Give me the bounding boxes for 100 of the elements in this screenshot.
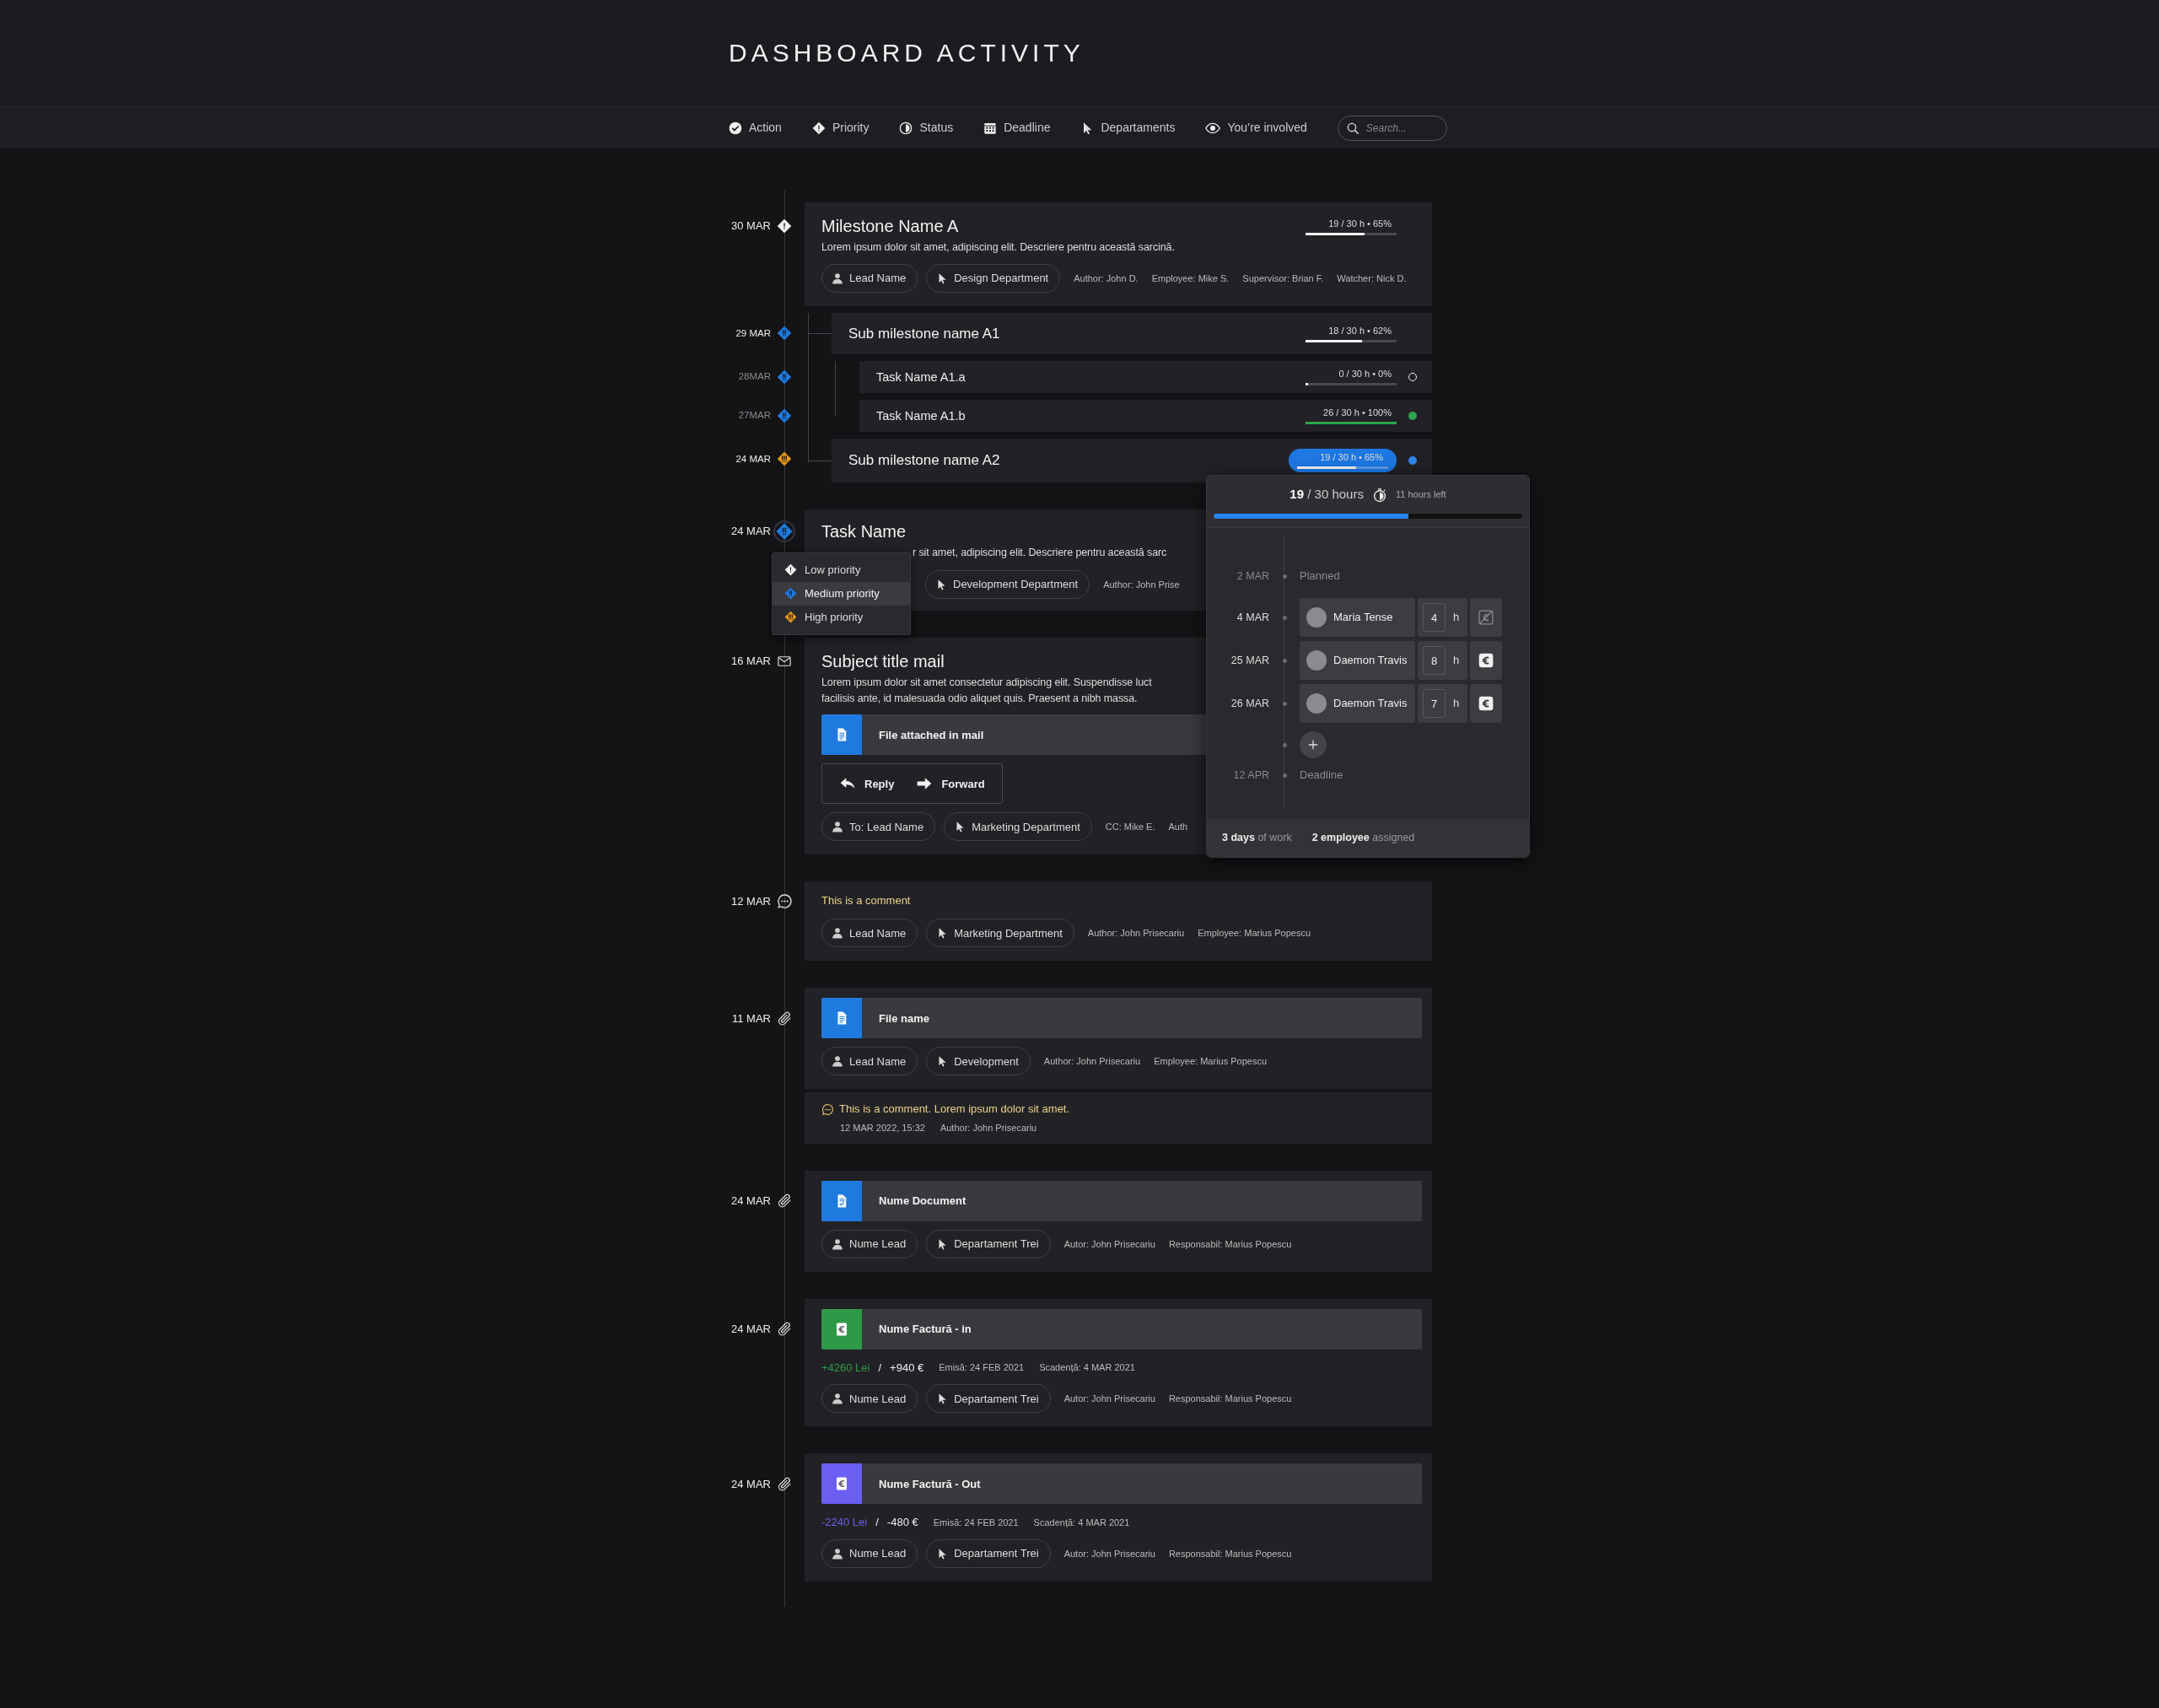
forward-button[interactable]: Forward [916, 775, 985, 793]
timeline-dot [1282, 773, 1287, 778]
filter-button[interactable]: Departaments [1080, 119, 1176, 137]
avatar [1306, 607, 1327, 628]
person-icon [832, 1055, 843, 1068]
comment-text: This is a comment [821, 893, 912, 909]
hours-input[interactable]: 7 [1423, 689, 1446, 718]
timeline-dot [1282, 742, 1287, 747]
due-date: Scadență: 4 MAR 2021 [1033, 1516, 1130, 1529]
employee-entry[interactable]: Daemon Travis [1300, 641, 1415, 680]
filter-button[interactable]: Deadline [983, 119, 1051, 137]
hours-input[interactable]: 4 [1423, 603, 1446, 632]
meta-text: Employee: Marius Popescu [1198, 927, 1311, 940]
date-label: 25 MAR [1230, 653, 1269, 668]
comment-date: 12 MAR 2022, 15:32 [840, 1122, 925, 1135]
sub-milestone-title: Sub milestone name A1 [848, 324, 1000, 343]
avatar [1306, 693, 1327, 714]
invoice-toggle[interactable] [1470, 684, 1502, 723]
file-attachment[interactable]: File name [821, 998, 1422, 1039]
filter-button[interactable]: Action [729, 119, 782, 137]
task-card[interactable]: Task Name A1.b 26 / 30 h • 100% [859, 399, 1432, 432]
filter-button[interactable]: Status [899, 119, 954, 137]
date-label: 12 APR [1232, 768, 1269, 783]
person-icon [832, 821, 843, 833]
menu-item[interactable]: Low priority [773, 558, 910, 582]
paperclip-icon [776, 1010, 793, 1026]
plus-icon [1307, 739, 1319, 751]
invoice-toggle[interactable] [1470, 641, 1502, 680]
reply-button[interactable]: Reply [839, 775, 895, 793]
person-icon [832, 1393, 843, 1405]
meta-text: Author: John Prisecariu [1087, 927, 1185, 940]
meta-text: Employee: Marius Popescu [1154, 1055, 1268, 1068]
file-attachment[interactable]: Nume Factură - in [821, 1308, 1422, 1350]
date-label: 27MAR [737, 409, 771, 423]
employee-entry[interactable]: Maria Tense [1300, 598, 1415, 637]
unit-label: h [1453, 696, 1460, 712]
add-button[interactable] [1300, 731, 1327, 758]
stopwatch-icon [1371, 487, 1387, 503]
amount-lei: +4260 Lei [821, 1360, 870, 1376]
employee-entry[interactable]: Daemon Travis [1300, 684, 1415, 723]
task-title: Task Name A1.b [876, 407, 966, 424]
paperclip-icon [776, 1193, 793, 1210]
filter-button[interactable]: You’re involved [1205, 119, 1307, 137]
amount-separator: / [875, 1515, 879, 1531]
task-title: Task Name [821, 520, 907, 541]
sub-milestone-card[interactable]: Sub milestone name A2 19 / 30 h • 65% [832, 438, 1432, 482]
timeline-dot [1282, 615, 1287, 620]
timeline-dot [1282, 574, 1287, 579]
avatar [1306, 650, 1327, 671]
meta-text: Author: John Prise [1103, 578, 1180, 591]
progress-indicator[interactable]: 19 / 30 h • 65% [1306, 217, 1397, 235]
meta-text: Supervisor: Brian F. [1242, 272, 1324, 285]
meta-text: Employee: Mike S. [1151, 272, 1230, 285]
filter-button[interactable]: Priority [811, 119, 870, 137]
issue-date: Emisă: 24 FEB 2021 [939, 1361, 1025, 1375]
description: Lorem ipsum dolor sit amet, adipiscing elit. Descriere pentru această sarcină. [821, 240, 1175, 255]
date-label: 24 MAR [730, 1476, 771, 1492]
speech-bubble-icon [821, 1102, 834, 1116]
person-icon [832, 927, 843, 940]
sub-milestone-card[interactable]: Sub milestone name A1 18 / 30 h • 62% [832, 312, 1432, 354]
hours-input[interactable]: 8 [1423, 646, 1446, 675]
progress-indicator[interactable]: 26 / 30 h • 100% [1306, 407, 1397, 425]
comment-author: Author: John Prisecariu [940, 1122, 1037, 1135]
milestone-label: Planned [1300, 568, 1340, 585]
person-tag[interactable]: Lead Name [821, 1047, 918, 1076]
date-label: 26 MAR [1230, 696, 1269, 711]
date-label: 29 MAR [735, 326, 771, 340]
progress-indicator[interactable]: 18 / 30 h • 62% [1306, 324, 1397, 342]
hours-summary: 19 / 30 hours [1289, 486, 1364, 504]
person-icon [832, 272, 843, 284]
amount-separator: / [878, 1360, 882, 1376]
search-field[interactable]: Search... [1337, 115, 1447, 141]
meta-text: Responsabil: Marius Popescu [1168, 1547, 1292, 1560]
issue-date: Emisă: 24 FEB 2021 [933, 1516, 1019, 1529]
meta-text: Responsabil: Marius Popescu [1168, 1393, 1292, 1405]
file-attachment[interactable]: Nume Document [821, 1180, 1422, 1221]
date-label: 11 MAR [731, 1010, 771, 1026]
amount-eur: +940 € [890, 1360, 924, 1376]
file-attachment[interactable]: Nume Factură - Out [821, 1463, 1422, 1505]
milestone-label: Deadline [1300, 768, 1343, 784]
mail-subject: Subject title mail [821, 650, 945, 671]
due-date: Scadență: 4 MAR 2021 [1039, 1361, 1135, 1375]
progress-indicator[interactable]: 0 / 30 h • 0% [1306, 368, 1397, 386]
unit-label: h [1453, 653, 1460, 669]
date-label: 24 MAR [730, 524, 771, 539]
task-card[interactable]: Task Name A1.a 0 / 30 h • 0% [859, 360, 1432, 393]
paperclip-icon [776, 1475, 793, 1492]
menu-item[interactable]: Medium priority [773, 581, 910, 606]
meta-text: Autor: John Prisecariu [1063, 1547, 1155, 1560]
mail-body-line: Lorem ipsum dolor sit amet consectetur adipiscing elit. Suspendisse luct [821, 675, 1152, 690]
menu-item[interactable]: High priority [773, 605, 910, 629]
hours-left: 11 hours left [1395, 488, 1446, 502]
date-label: 24 MAR [730, 1193, 771, 1209]
meta-text: Watcher: Nick D. [1337, 272, 1407, 285]
invoice-toggle[interactable] [1470, 598, 1502, 637]
date-label: 30 MAR [730, 218, 771, 234]
summary-text: 3 days of work [1222, 831, 1292, 846]
date-label: 24 MAR [730, 1322, 771, 1337]
summary-text: 2 employee assigned [1311, 831, 1415, 846]
description: r sit amet, adipiscing elit. Descriere pentru această sarc [913, 545, 1167, 560]
